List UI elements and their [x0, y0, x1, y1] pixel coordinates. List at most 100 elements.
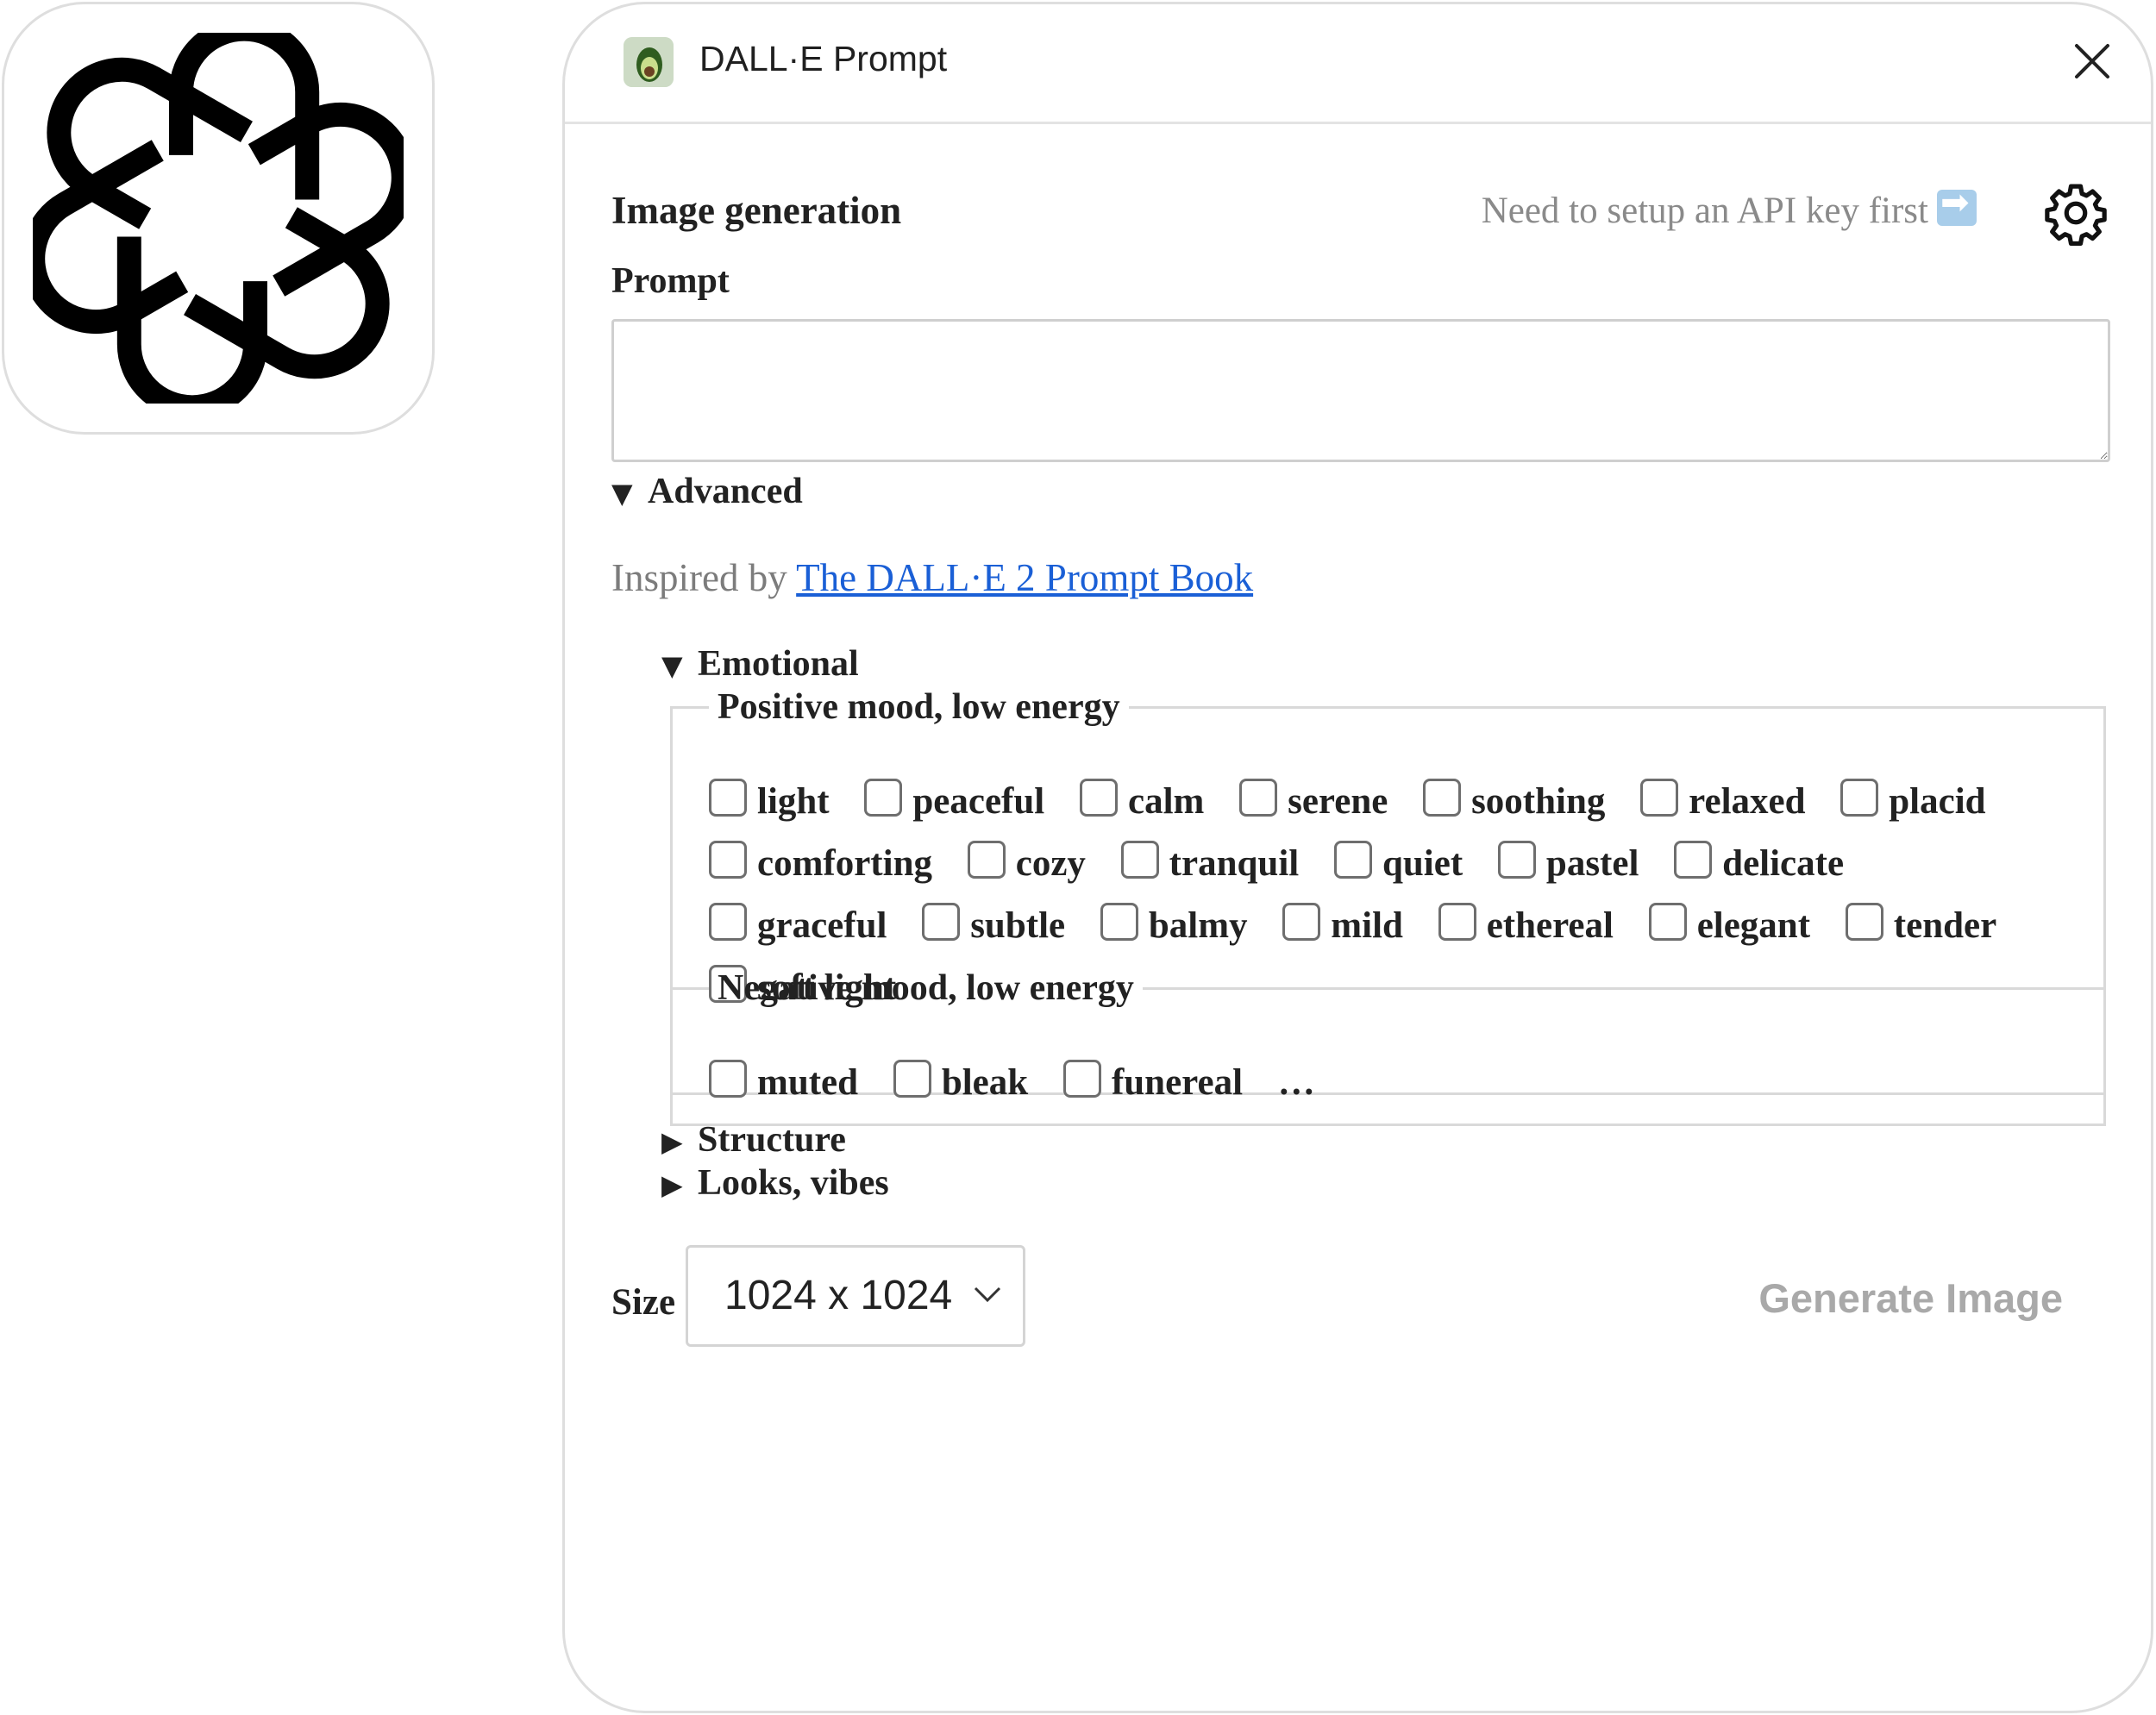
- checkbox[interactable]: [1120, 841, 1159, 879]
- option-subtle[interactable]: subtle: [922, 903, 1066, 946]
- prompt-input[interactable]: [611, 319, 2110, 462]
- inspired-by: Inspired by The DALL·E 2 Prompt Book: [611, 555, 1253, 600]
- size-label: Size: [611, 1282, 676, 1323]
- option-label: ethereal: [1486, 905, 1614, 946]
- checkbox[interactable]: [967, 841, 1006, 879]
- triangle-down-icon: ▼: [611, 477, 633, 510]
- checkbox[interactable]: [1438, 903, 1476, 941]
- option-label: peaceful: [912, 781, 1045, 822]
- advanced-toggle[interactable]: ▼ Advanced: [611, 471, 803, 512]
- option-ethereal[interactable]: ethereal: [1438, 903, 1614, 946]
- checkbox[interactable]: [1100, 903, 1138, 941]
- looks-vibes-label: Looks, vibes: [698, 1163, 889, 1203]
- checkbox[interactable]: [1497, 841, 1536, 879]
- checkbox[interactable]: [922, 903, 961, 941]
- right-arrow-icon: [1937, 183, 1977, 226]
- option-tranquil[interactable]: tranquil: [1120, 841, 1299, 884]
- avocado-app-icon: [624, 37, 674, 87]
- option-funereal[interactable]: funereal: [1062, 1060, 1244, 1103]
- checkbox[interactable]: [864, 779, 903, 817]
- checkbox[interactable]: [1333, 841, 1372, 879]
- option-relaxed[interactable]: relaxed: [1640, 779, 1806, 822]
- checkbox[interactable]: [1845, 903, 1883, 941]
- checkbox[interactable]: [893, 1060, 931, 1098]
- option-elegant[interactable]: elegant: [1648, 903, 1810, 946]
- emotional-label: Emotional: [698, 644, 859, 684]
- option-label: balmy: [1148, 905, 1248, 946]
- api-key-notice[interactable]: Need to setup an API key first: [1481, 183, 1977, 232]
- prompt-book-link[interactable]: The DALL·E 2 Prompt Book: [796, 556, 1253, 599]
- group-legend: Positive mood, low energy: [718, 687, 1120, 727]
- triangle-right-icon: ▶: [661, 1125, 683, 1158]
- option-label: relaxed: [1689, 781, 1806, 822]
- option-delicate[interactable]: delicate: [1674, 841, 1844, 884]
- checkbox[interactable]: [1648, 903, 1687, 941]
- option-label: quiet: [1382, 843, 1463, 884]
- option-cozy[interactable]: cozy: [967, 841, 1086, 884]
- option-serene[interactable]: serene: [1239, 779, 1388, 822]
- main-content: Image generation Need to setup an API ke…: [611, 124, 2110, 1711]
- chevron-down-icon: [974, 1286, 1001, 1303]
- structure-toggle[interactable]: ▶ Structure: [661, 1119, 846, 1161]
- popup-window: DALL·E Prompt Image generation Need to s…: [562, 2, 2153, 1713]
- checkbox[interactable]: [1239, 779, 1278, 817]
- section-title: Image generation: [611, 189, 902, 232]
- checkbox[interactable]: [1062, 1060, 1101, 1098]
- openai-logo-tile: [2, 2, 435, 435]
- negative-low-energy-group: Negative mood, low energy muted bleak fu…: [670, 967, 2106, 1126]
- checkbox[interactable]: [709, 903, 747, 941]
- looks-vibes-toggle[interactable]: ▶ Looks, vibes: [661, 1162, 889, 1204]
- option-soothing[interactable]: soothing: [1423, 779, 1606, 822]
- option-label: funereal: [1111, 1062, 1244, 1103]
- option-label: subtle: [970, 905, 1066, 946]
- close-button[interactable]: [2070, 39, 2115, 84]
- option-label: placid: [1889, 781, 1986, 822]
- option-tender[interactable]: tender: [1845, 903, 1997, 946]
- option-muted[interactable]: muted: [709, 1060, 859, 1103]
- option-label: light: [757, 781, 830, 822]
- option-mild[interactable]: mild: [1282, 903, 1403, 946]
- option-label: soothing: [1471, 781, 1606, 822]
- gear-icon: [2045, 184, 2107, 247]
- size-select[interactable]: 1024 x 1024: [686, 1245, 1025, 1347]
- structure-label: Structure: [698, 1120, 846, 1160]
- option-peaceful[interactable]: peaceful: [864, 779, 1045, 822]
- option-label: muted: [757, 1062, 859, 1103]
- checkbox[interactable]: [1080, 779, 1118, 817]
- group-legend: Negative mood, low energy: [718, 968, 1134, 1008]
- option-light[interactable]: light: [709, 779, 830, 822]
- generate-image-button[interactable]: Generate Image: [1758, 1274, 2063, 1322]
- option-label: serene: [1288, 781, 1388, 822]
- checkbox[interactable]: [1840, 779, 1879, 817]
- option-quiet[interactable]: quiet: [1333, 841, 1463, 884]
- option-label: cozy: [1015, 843, 1086, 884]
- api-key-notice-text: Need to setup an API key first: [1481, 191, 1928, 231]
- title-bar: DALL·E Prompt: [565, 4, 2151, 124]
- option-label: calm: [1128, 781, 1205, 822]
- option-label: mild: [1331, 905, 1403, 946]
- prompt-label: Prompt: [611, 261, 730, 301]
- checkbox[interactable]: [709, 841, 747, 879]
- option-graceful[interactable]: graceful: [709, 903, 887, 946]
- checkbox[interactable]: [709, 779, 747, 817]
- settings-button[interactable]: [2042, 179, 2109, 247]
- option-label: tender: [1893, 905, 1997, 946]
- checkbox[interactable]: [1423, 779, 1462, 817]
- checkbox[interactable]: [1282, 903, 1321, 941]
- checkbox-list: muted bleak funereal …: [709, 1052, 2069, 1114]
- inspired-prefix: Inspired by: [611, 556, 797, 599]
- emotional-toggle[interactable]: ▼ Emotional: [661, 643, 859, 685]
- option-bleak[interactable]: bleak: [893, 1060, 1028, 1103]
- option-comforting[interactable]: comforting: [709, 841, 932, 884]
- option-pastel[interactable]: pastel: [1497, 841, 1639, 884]
- option-balmy[interactable]: balmy: [1100, 903, 1248, 946]
- triangle-down-icon: ▼: [661, 649, 683, 682]
- close-icon: [2075, 44, 2109, 78]
- checkbox[interactable]: [1640, 779, 1679, 817]
- checkbox[interactable]: [709, 1060, 747, 1098]
- option-calm[interactable]: calm: [1080, 779, 1205, 822]
- option-placid[interactable]: placid: [1840, 779, 1986, 822]
- checkbox[interactable]: [1674, 841, 1713, 879]
- option-label: pastel: [1545, 843, 1639, 884]
- advanced-label: Advanced: [648, 472, 803, 511]
